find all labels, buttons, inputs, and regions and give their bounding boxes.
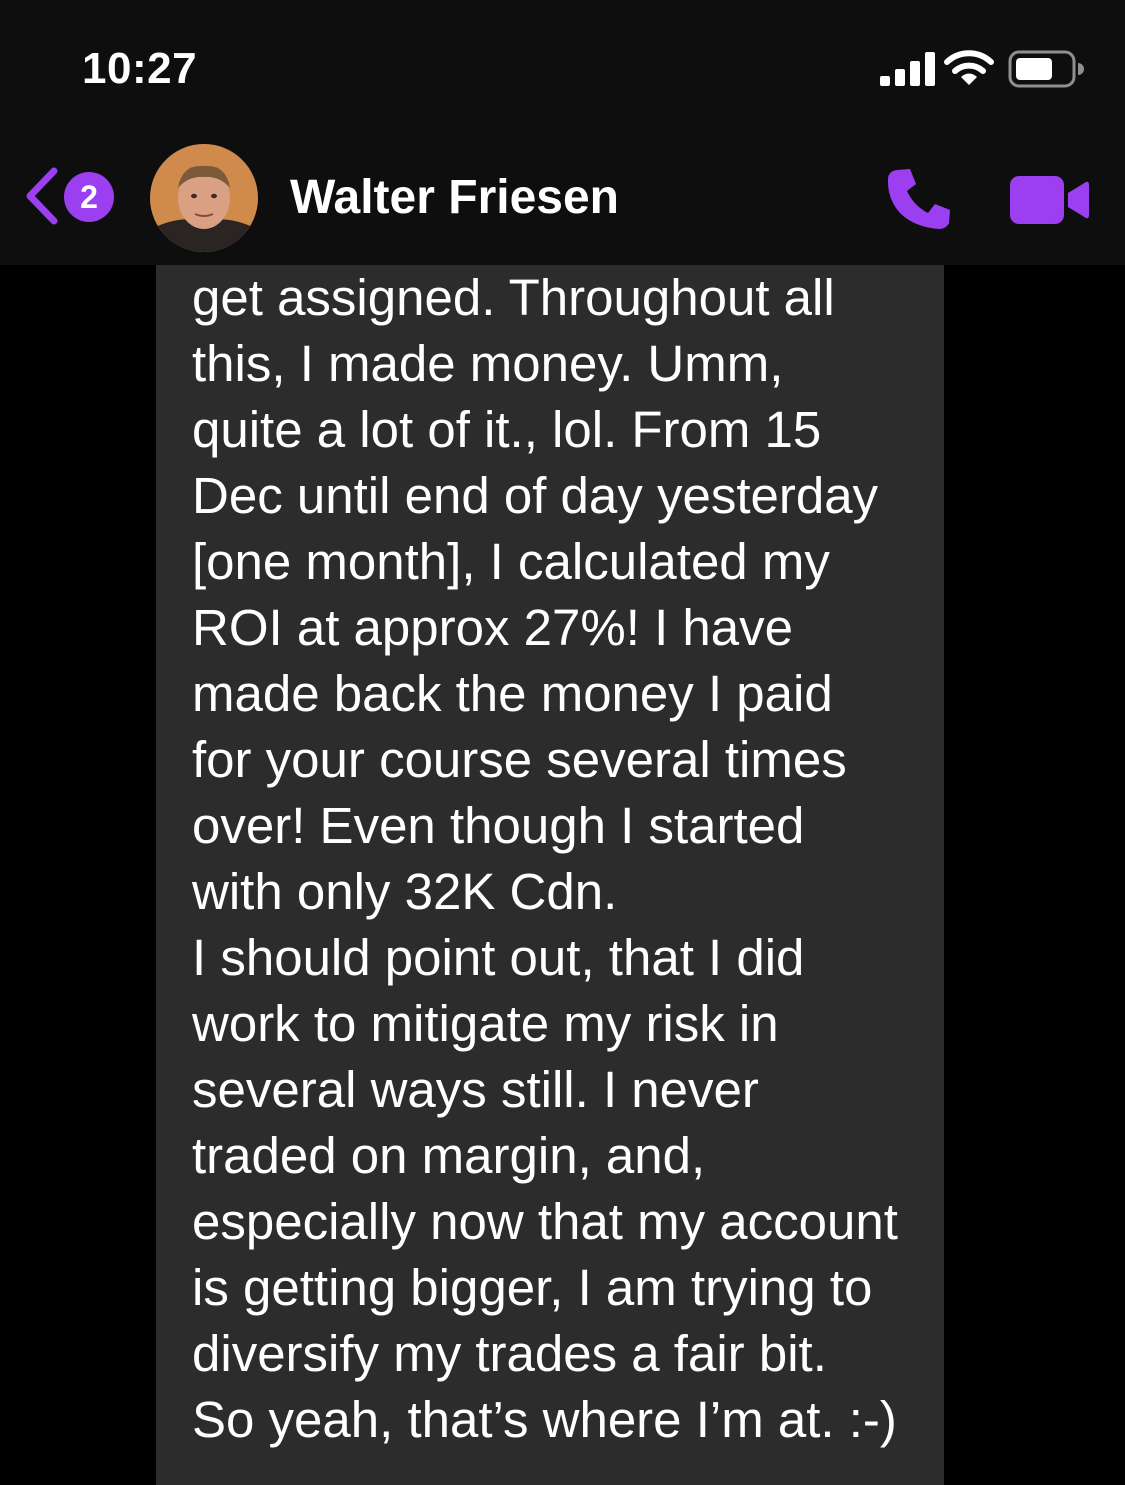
battery-icon bbox=[1008, 50, 1084, 88]
phone-icon[interactable] bbox=[884, 166, 954, 232]
video-camera-icon[interactable] bbox=[1008, 174, 1090, 226]
back-button[interactable] bbox=[22, 165, 62, 227]
message-bubble[interactable]: get assigned. Throughout all this, I mad… bbox=[156, 265, 944, 1485]
status-bar: 10:27 bbox=[0, 0, 1125, 130]
message-text: get assigned. Throughout all this, I mad… bbox=[192, 269, 898, 1448]
contact-name[interactable]: Walter Friesen bbox=[290, 170, 619, 225]
cellular-signal-icon bbox=[880, 52, 935, 86]
avatar[interactable] bbox=[150, 144, 258, 252]
unread-count-badge[interactable]: 2 bbox=[64, 172, 114, 222]
wifi-icon bbox=[944, 50, 994, 85]
chat-header: 2 Walter Friesen bbox=[0, 130, 1125, 265]
status-time: 10:27 bbox=[82, 44, 198, 93]
